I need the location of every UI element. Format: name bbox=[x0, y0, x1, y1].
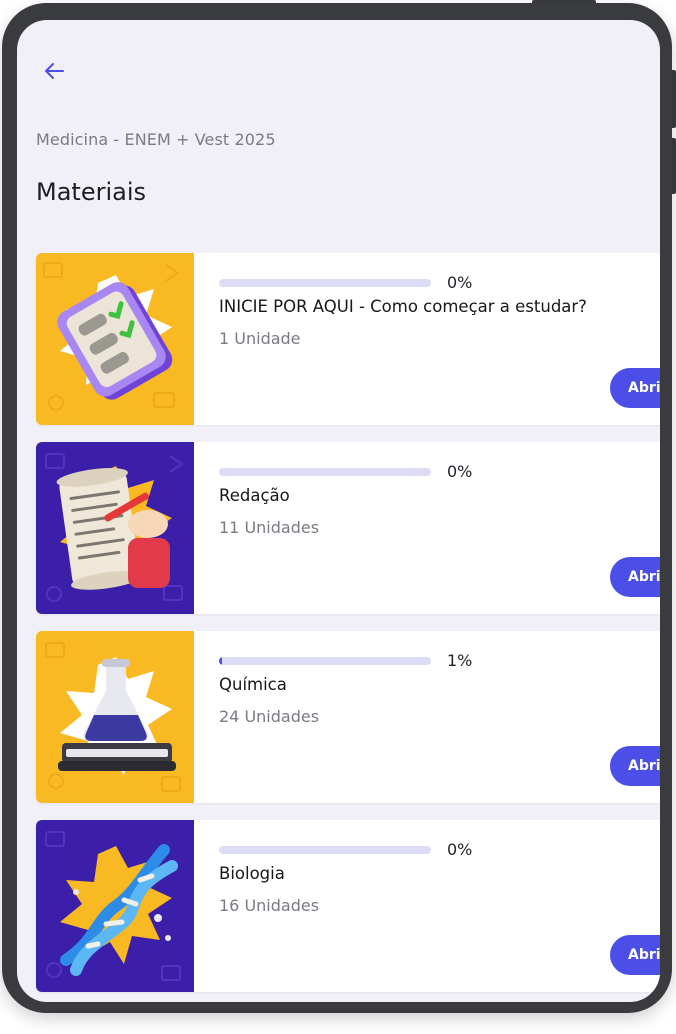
material-thumbnail bbox=[36, 820, 194, 992]
material-units: 24 Unidades bbox=[219, 707, 320, 726]
arrow-left-icon bbox=[45, 63, 64, 79]
material-units: 1 Unidade bbox=[219, 329, 301, 348]
back-button[interactable] bbox=[39, 56, 69, 86]
material-units: 16 Unidades bbox=[219, 896, 320, 915]
checklist-icon bbox=[36, 253, 194, 425]
app-screen: Medicina - ENEM + Vest 2025 Materiais 0%… bbox=[17, 20, 660, 1002]
open-button[interactable]: Abrir bbox=[610, 935, 660, 975]
material-card[interactable]: 0% INICIE POR AQUI - Como começar a estu… bbox=[36, 253, 660, 425]
progress-bar bbox=[219, 846, 431, 854]
flask-on-book-icon bbox=[36, 631, 194, 803]
material-thumbnail bbox=[36, 253, 194, 425]
progress-bar bbox=[219, 468, 431, 476]
material-card[interactable]: 0% Redação 11 Unidades Abrir bbox=[36, 442, 660, 614]
open-button[interactable]: Abrir bbox=[610, 746, 660, 786]
progress-percent: 0% bbox=[447, 462, 473, 481]
progress-percent: 0% bbox=[447, 840, 473, 859]
material-thumbnail bbox=[36, 442, 194, 614]
material-card[interactable]: 0% Biologia 16 Unidades Abrir bbox=[36, 820, 660, 992]
progress-bar bbox=[219, 657, 431, 665]
dna-icon bbox=[36, 820, 194, 992]
page-title: Materiais bbox=[36, 178, 147, 206]
material-title: Química bbox=[219, 675, 287, 694]
progress-percent: 0% bbox=[447, 273, 473, 292]
material-units: 11 Unidades bbox=[219, 518, 320, 537]
progress-bar bbox=[219, 279, 431, 287]
material-card[interactable]: 1% Química 24 Unidades Abrir bbox=[36, 631, 660, 803]
course-name: Medicina - ENEM + Vest 2025 bbox=[36, 130, 276, 149]
progress-percent: 1% bbox=[447, 651, 473, 670]
material-thumbnail bbox=[36, 631, 194, 803]
progress-fill bbox=[219, 657, 222, 665]
open-button[interactable]: Abrir bbox=[610, 557, 660, 597]
writing-scroll-icon bbox=[36, 442, 194, 614]
tablet-frame: Medicina - ENEM + Vest 2025 Materiais 0%… bbox=[2, 3, 672, 1013]
material-title: INICIE POR AQUI - Como começar a estudar… bbox=[219, 297, 587, 316]
open-button[interactable]: Abrir bbox=[610, 368, 660, 408]
material-title: Redação bbox=[219, 486, 290, 505]
material-title: Biologia bbox=[219, 864, 285, 883]
